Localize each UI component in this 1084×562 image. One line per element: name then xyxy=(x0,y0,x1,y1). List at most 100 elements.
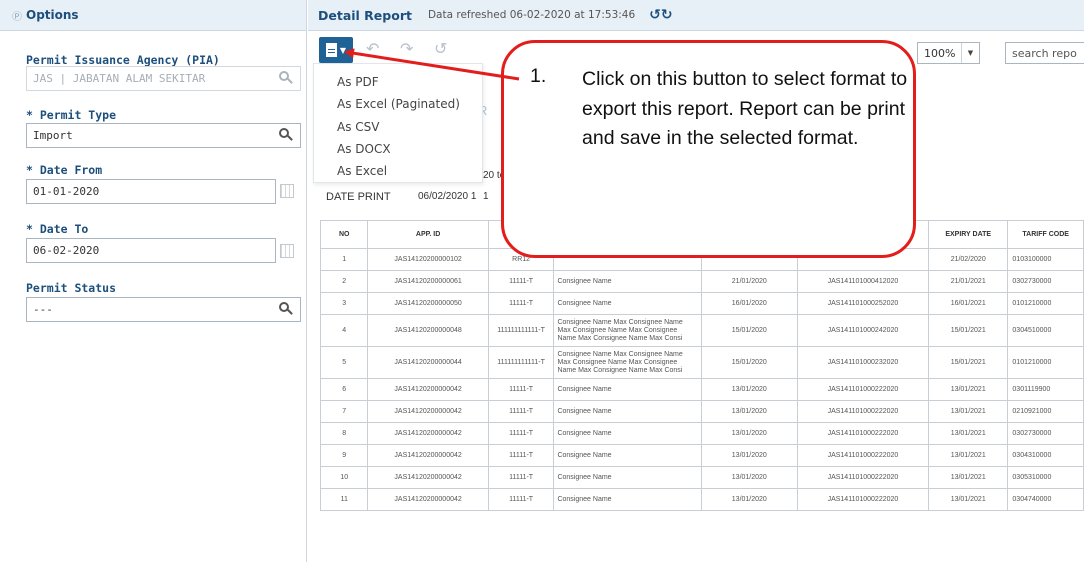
table-cell: 111111111111-T xyxy=(487,346,555,379)
table-cell: Consignee Name xyxy=(553,292,702,315)
date-print-value: 06/02/2020 1 xyxy=(418,191,477,202)
table-cell: 0101210000 xyxy=(1007,292,1084,315)
calendar-icon[interactable] xyxy=(280,184,294,198)
permit-type-field[interactable]: Import xyxy=(26,123,301,148)
table-row: 4 JAS14120200000048 111111111111-T Consigne… xyxy=(319,314,1084,347)
report-header: Detail Report Data refreshed 06-02-2020 … xyxy=(308,0,1084,31)
export-csv-item[interactable]: As CSV xyxy=(337,120,379,134)
table-cell: JAS14120200000050 xyxy=(367,292,489,315)
table-cell: 11111-T xyxy=(487,270,555,293)
table-cell: JAS141101000222020 xyxy=(796,422,930,445)
export-excel-paginated-item[interactable]: As Excel (Paginated) xyxy=(337,97,460,111)
zoom-select[interactable]: 100% ▼ xyxy=(917,42,980,64)
permit-status-field[interactable]: --- xyxy=(26,297,301,322)
table-cell: 0301119900 xyxy=(1007,378,1084,401)
permit-type-value: Import xyxy=(33,129,73,142)
table-cell: 111111111111-T xyxy=(487,314,555,347)
table-cell: JAS14120200000042 xyxy=(367,422,489,445)
table-cell: JAS141101000222020 xyxy=(796,466,930,489)
pia-value: JAS | JABATAN ALAM SEKITAR xyxy=(33,72,206,85)
table-cell: JAS14120200000044 xyxy=(367,346,489,379)
table-cell: 9 xyxy=(319,444,369,467)
table-cell: 11111-T xyxy=(487,422,555,445)
refresh-icon[interactable]: ↺↻ xyxy=(649,7,672,23)
table-cell: 13/01/2020 xyxy=(700,488,798,511)
table-row: 5 JAS14120200000044 111111111111-T Consigne… xyxy=(319,346,1084,379)
table-cell: 0304740000 xyxy=(1007,488,1084,511)
table-cell: JAS141101000232020 xyxy=(796,346,930,379)
date-to-label: * Date To xyxy=(26,222,89,236)
chevron-down-icon: ▼ xyxy=(961,43,979,63)
export-pdf-item[interactable]: As PDF xyxy=(337,75,379,89)
table-cell: Consignee Name Max Consignee Name Max Co… xyxy=(553,346,702,379)
table-cell: 0304510000 xyxy=(1007,314,1084,347)
pia-field: JAS | JABATAN ALAM SEKITAR xyxy=(26,66,301,91)
table-cell: JAS14120200000102 xyxy=(367,248,489,271)
table-cell: 13/01/2020 xyxy=(700,466,798,489)
table-cell: JAS141101000222020 xyxy=(796,488,930,511)
table-cell: 13/01/2021 xyxy=(928,378,1009,401)
table-cell: 15/01/2021 xyxy=(928,314,1009,347)
table-row: 6 JAS14120200000042 11111-T Consignee Name 1… xyxy=(319,378,1084,401)
table-cell: JAS14120200000042 xyxy=(367,444,489,467)
table-cell: 11111-T xyxy=(487,378,555,401)
options-panel-header[interactable]: Ⓟ Options xyxy=(0,0,306,31)
refresh-status: Data refreshed 06-02-2020 at 17:53:46 xyxy=(427,9,636,21)
date-print-label: DATE PRINT xyxy=(326,191,391,203)
refresh-report-icon[interactable]: ↺ xyxy=(434,39,447,58)
table-cell: 13/01/2021 xyxy=(928,444,1009,467)
table-cell: Consignee Name xyxy=(553,466,702,489)
table-cell: 21/01/2021 xyxy=(928,270,1009,293)
table-cell: JAS14120200000042 xyxy=(367,488,489,511)
table-cell: JAS14120200000042 xyxy=(367,378,489,401)
table-cell: 13/01/2021 xyxy=(928,466,1009,489)
table-cell: 11111-T xyxy=(487,466,555,489)
search-report-input[interactable] xyxy=(1005,42,1084,64)
table-row: 3 JAS14120200000050 11111-T Consignee Name 1… xyxy=(319,292,1084,315)
search-icon[interactable] xyxy=(279,302,293,316)
date-from-value: 01-01-2020 xyxy=(33,185,100,198)
date-from-field[interactable]: 01-01-2020 xyxy=(26,179,276,204)
table-cell: 10 xyxy=(319,466,369,489)
search-icon[interactable] xyxy=(279,128,293,142)
calendar-icon[interactable] xyxy=(280,244,294,258)
table-cell: 0304310000 xyxy=(1007,444,1084,467)
table-row: 8 JAS14120200000042 11111-T Consignee Name 1… xyxy=(319,422,1084,445)
table-cell: 0302730000 xyxy=(1007,422,1084,445)
table-cell: 8 xyxy=(319,422,369,445)
table-cell: 11111-T xyxy=(487,488,555,511)
table-cell: 11111-T xyxy=(487,400,555,423)
document-icon xyxy=(325,43,337,57)
date-to-value: 06-02-2020 xyxy=(33,244,100,257)
table-cell: 2 xyxy=(319,270,369,293)
export-excel-item[interactable]: As Excel xyxy=(337,164,387,178)
export-docx-item[interactable]: As DOCX xyxy=(337,142,391,156)
permit-status-label: Permit Status xyxy=(26,281,117,295)
redo-icon[interactable]: ↷ xyxy=(400,39,413,58)
table-cell: 13/01/2021 xyxy=(928,422,1009,445)
table-cell: 15/01/2020 xyxy=(700,346,798,379)
table-cell: 0302730000 xyxy=(1007,270,1084,293)
table-row: 11 JAS14120200000042 11111-T Consignee Name… xyxy=(319,488,1084,511)
options-panel: Ⓟ Options Permit Issuance Agency (PIA) J… xyxy=(0,0,307,562)
report-time-fragment: 1 xyxy=(483,191,489,202)
table-cell: 16/01/2021 xyxy=(928,292,1009,315)
table-cell: 13/01/2020 xyxy=(700,444,798,467)
table-cell: Consignee Name xyxy=(553,378,702,401)
options-title: Options xyxy=(26,8,79,22)
export-button[interactable]: ▼ xyxy=(319,37,353,63)
table-cell: JAS141101000252020 xyxy=(796,292,930,315)
table-cell: 3 xyxy=(319,292,369,315)
date-to-field[interactable]: 06-02-2020 xyxy=(26,238,276,263)
undo-icon[interactable]: ↶ xyxy=(366,39,379,58)
table-cell: 0210921000 xyxy=(1007,400,1084,423)
table-cell: Consignee Name xyxy=(553,444,702,467)
report-table: NO APP. ID T EXPIRY DATE TARIFF CODE 1JA… xyxy=(319,220,1084,511)
collapse-icon[interactable]: Ⓟ xyxy=(12,8,22,23)
pia-label: Permit Issuance Agency (PIA) xyxy=(26,53,220,67)
permit-status-value: --- xyxy=(33,303,53,316)
table-cell: JAS14120200000061 xyxy=(367,270,489,293)
table-row: 2 JAS14120200000061 11111-T Consignee Name 2… xyxy=(319,270,1084,293)
zoom-value: 100% xyxy=(924,46,956,60)
search-icon xyxy=(279,71,293,85)
